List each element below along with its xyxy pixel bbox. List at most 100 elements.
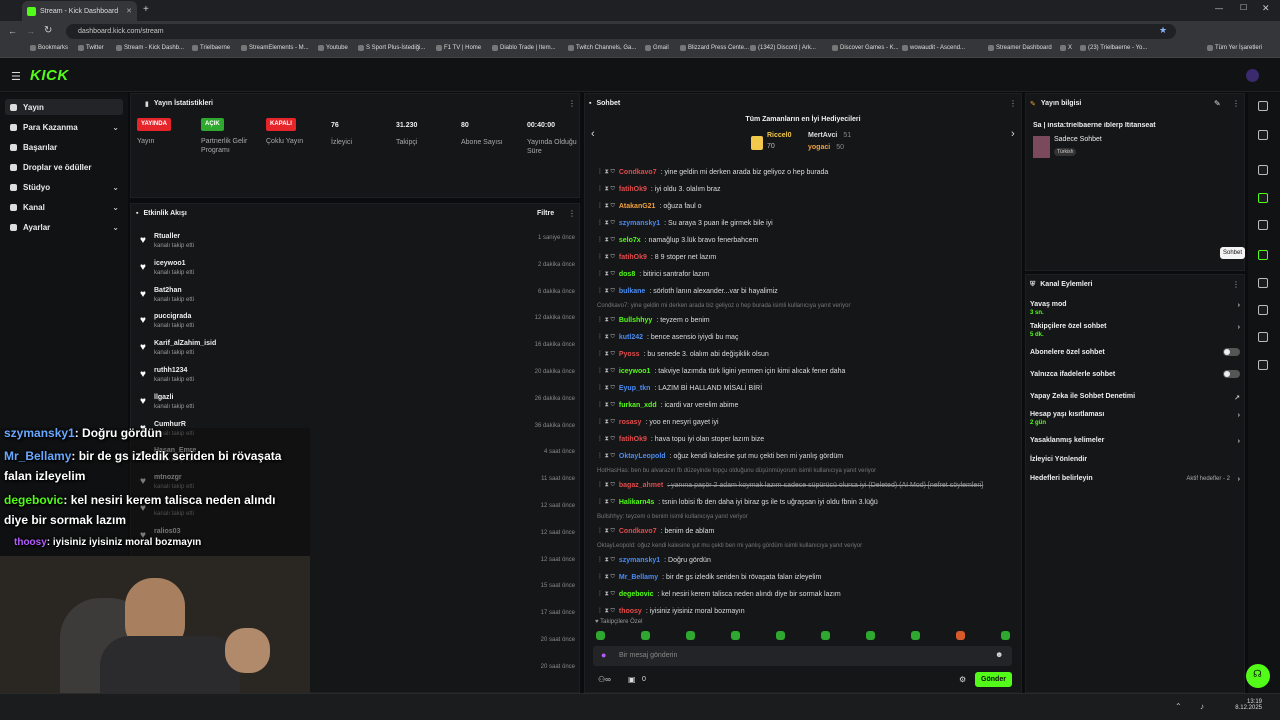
chat-menu-icon[interactable]: ⋮: [1009, 99, 1017, 108]
chat-username[interactable]: fatihOk9: [619, 186, 647, 193]
share-icon[interactable]: [1258, 360, 1268, 370]
bookmark-item[interactable]: Diablo Trade | Item...: [492, 45, 556, 51]
mod-actions-icon[interactable]: ⋮ ⧗ ⛉: [597, 202, 615, 210]
mod-actions-icon[interactable]: ⋮ ⧗ ⛉: [597, 607, 615, 615]
close-window-icon[interactable]: ✕: [1262, 3, 1270, 14]
chat-username[interactable]: AtakanG21: [619, 203, 656, 210]
mod-actions-icon[interactable]: ⋮ ⧗ ⛉: [597, 418, 615, 426]
bookmark-item[interactable]: Youtube: [318, 45, 348, 51]
mod-actions-icon[interactable]: ⋮ ⧗ ⛉: [597, 527, 615, 535]
channel-action-0[interactable]: Yavaş mod 3 sn. ›: [1030, 301, 1240, 316]
emote-icon[interactable]: [686, 631, 695, 640]
channel-action-6[interactable]: Yasaklanmış kelimeler ›: [1030, 437, 1240, 445]
url-input[interactable]: dashboard.kick.com/stream: [66, 24, 1176, 39]
chat-username[interactable]: Condkavo7: [619, 528, 657, 535]
tools-icon[interactable]: [1258, 332, 1268, 342]
chat-username[interactable]: szymansky1: [619, 557, 660, 564]
chat-username[interactable]: fatihOk9: [619, 254, 647, 261]
avatar[interactable]: [1246, 69, 1259, 82]
reload-icon[interactable]: ↻: [44, 25, 52, 36]
bookmark-item[interactable]: Trielbaerne: [192, 45, 230, 51]
mod-actions-icon[interactable]: ⋮ ⧗ ⛉: [597, 452, 615, 460]
bookmark-star-icon[interactable]: ★: [1159, 25, 1167, 36]
bookmark-item[interactable]: Tüm Yer İşaretleri: [1207, 45, 1262, 51]
bookmark-item[interactable]: Twitter: [78, 45, 104, 51]
mod-actions-icon[interactable]: ⋮ ⧗ ⛉: [597, 333, 615, 341]
mod-actions-icon[interactable]: ⋮ ⧗ ⛉: [597, 219, 615, 227]
capture-icon[interactable]: [1258, 165, 1268, 175]
channel-action-1[interactable]: Takipçilere özel sohbet 5 dk. ›: [1030, 323, 1240, 338]
browser-tab[interactable]: Stream - Kick Dashboard ✕: [22, 1, 137, 21]
chat-username[interactable]: Condkavo7: [619, 169, 657, 176]
feed-filter-button[interactable]: Filtre: [537, 210, 554, 217]
link-icon[interactable]: [1258, 278, 1268, 288]
mod-actions-icon[interactable]: ⋮ ⧗ ⛉: [597, 573, 615, 581]
emote-icon[interactable]: [866, 631, 875, 640]
prev-arrow-icon[interactable]: ‹: [591, 128, 595, 140]
emote-icon[interactable]: [956, 631, 965, 640]
bookmark-item[interactable]: Streamer Dashboard: [988, 45, 1052, 51]
mod-actions-icon[interactable]: ⋮ ⧗ ⛉: [597, 253, 615, 261]
minimize-icon[interactable]: —: [1215, 4, 1223, 13]
chat-username[interactable]: kutl242: [619, 334, 643, 341]
channel-action-7[interactable]: İzleyici Yönlendir: [1030, 456, 1240, 463]
sidebar-item-5[interactable]: Kanal ⌄: [5, 199, 123, 215]
sidebar-item-1[interactable]: Para Kazanma ⌄: [5, 119, 123, 135]
chat-username[interactable]: Halikarn4s: [619, 499, 654, 506]
emote-icon[interactable]: [1001, 631, 1010, 640]
mod-actions-icon[interactable]: ⋮ ⧗ ⛉: [597, 435, 615, 443]
channel-actions-menu-icon[interactable]: ⋮: [1232, 280, 1240, 289]
chat-input-box[interactable]: ● Bir mesaj gönderin ☻: [593, 646, 1012, 666]
mod-actions-icon[interactable]: ⋮ ⧗ ⛉: [597, 367, 615, 375]
close-tab-icon[interactable]: ✕: [126, 7, 132, 15]
bookmark-item[interactable]: (1342) Discord | Ark...: [750, 45, 816, 51]
chat-username[interactable]: Mr_Bellamy: [619, 574, 658, 581]
bookmark-item[interactable]: Bookmarks: [30, 45, 68, 51]
mod-actions-icon[interactable]: ⋮ ⧗ ⛉: [597, 236, 615, 244]
chat-username[interactable]: fatihOk9: [619, 436, 647, 443]
bookmark-item[interactable]: wowaudit - Ascend...: [902, 45, 965, 51]
bookmark-item[interactable]: X: [1060, 45, 1072, 51]
chat-username[interactable]: OktayLeopold: [619, 453, 666, 460]
back-icon[interactable]: ←: [8, 26, 17, 36]
emote-icon[interactable]: [911, 631, 920, 640]
bookmark-item[interactable]: Stream - Kick Dashb...: [116, 45, 184, 51]
sidebar-item-4[interactable]: Stüdyo ⌄: [5, 179, 123, 195]
mod-actions-icon[interactable]: ⋮ ⧗ ⛉: [597, 168, 615, 176]
bookmark-item[interactable]: (23) Trielbaerne - Yo...: [1080, 45, 1147, 51]
bookmark-item[interactable]: StreamElements - M...: [241, 45, 309, 51]
mod-actions-icon[interactable]: ⋮ ⧗ ⛉: [597, 270, 615, 278]
chat-username[interactable]: furkan_xdd: [619, 402, 657, 409]
chat-username[interactable]: thoosy: [619, 608, 642, 615]
channel-action-8[interactable]: Hedefleri belirleyin Aktif hedefler - 2 ›: [1030, 475, 1240, 483]
hamburger-menu-icon[interactable]: ☰: [11, 70, 21, 83]
document-icon[interactable]: [1258, 220, 1268, 230]
maximize-icon[interactable]: ☐: [1240, 3, 1247, 12]
bookmark-item[interactable]: Gmail: [645, 45, 669, 51]
send-button[interactable]: Gönder: [975, 672, 1012, 687]
lightning-icon[interactable]: [1258, 193, 1268, 203]
chatters-icon[interactable]: ⚇∞: [598, 675, 611, 684]
toggle-switch[interactable]: [1223, 370, 1240, 378]
chat-input[interactable]: Bir mesaj gönderin: [619, 652, 677, 659]
chat-username[interactable]: bulkane: [619, 288, 645, 295]
next-arrow-icon[interactable]: ›: [1011, 128, 1015, 140]
mod-actions-icon[interactable]: ⋮ ⧗ ⛉: [597, 556, 615, 564]
emote-icon[interactable]: [731, 631, 740, 640]
kick-logo[interactable]: KICK: [30, 67, 69, 84]
chat-username[interactable]: bagaz_ahmet: [619, 482, 663, 489]
toggle-switch[interactable]: [1223, 348, 1240, 356]
chat-username[interactable]: degebovic: [619, 591, 654, 598]
channel-action-5[interactable]: Hesap yaşı kısıtlaması 2 gün ›: [1030, 411, 1240, 426]
mod-actions-icon[interactable]: ⋮ ⧗ ⛉: [597, 287, 615, 295]
mod-actions-icon[interactable]: ⋮ ⧗ ⛉: [597, 590, 615, 598]
sidebar-item-6[interactable]: Ayarlar ⌄: [5, 219, 123, 235]
network-icon[interactable]: ⌃: [1175, 702, 1182, 711]
mod-actions-icon[interactable]: ⋮ ⧗ ⛉: [597, 384, 615, 392]
bookmark-item[interactable]: Twitch Channels, Ga...: [568, 45, 636, 51]
edit-icon[interactable]: ✎: [1214, 99, 1221, 108]
mod-actions-icon[interactable]: ⋮ ⧗ ⛉: [597, 498, 615, 506]
channel-action-4[interactable]: Yapay Zeka ile Sohbet Denetimi ↗: [1030, 393, 1240, 402]
chat-username[interactable]: dos8: [619, 271, 635, 278]
mod-actions-icon[interactable]: ⋮ ⧗ ⛉: [597, 401, 615, 409]
